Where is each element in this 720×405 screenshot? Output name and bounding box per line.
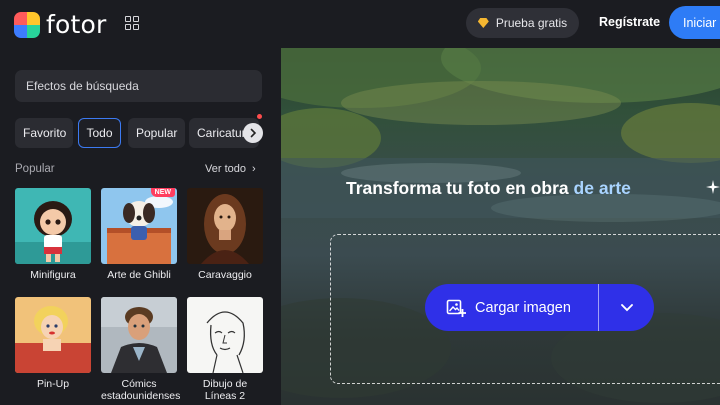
see-all-label: Ver todo: [205, 163, 246, 175]
effect-thumbnail: [187, 297, 263, 373]
effect-card-minifigura[interactable]: Minifigura: [15, 188, 91, 281]
register-link[interactable]: Regístrate: [599, 15, 660, 29]
effects-sidebar: Favorito Todo Popular Caricatura Popular…: [0, 48, 281, 405]
effect-label: Arte de Ghibli: [107, 269, 171, 281]
upload-options-button[interactable]: [599, 284, 654, 331]
effect-label: Cómics estadounidenses: [101, 378, 181, 402]
login-button[interactable]: Iniciar: [669, 6, 720, 39]
effect-label: Caravaggio: [198, 269, 252, 281]
free-trial-button[interactable]: Prueba gratis: [466, 8, 579, 38]
logo-text: fotor: [46, 10, 107, 39]
sparkle-icon: [706, 180, 720, 194]
effect-thumbnail: NEW: [101, 188, 177, 264]
chip-popular[interactable]: Popular: [128, 118, 185, 148]
upload-image-button-group: Cargar imagen: [425, 284, 654, 331]
hero-headline: Transforma tu foto en obra de arte: [346, 178, 631, 199]
top-bar: fotor Prueba gratis Regístrate Iniciar: [0, 0, 720, 48]
fotor-logo[interactable]: fotor: [14, 10, 106, 39]
effect-card-comics[interactable]: Cómics estadounidenses: [101, 297, 181, 402]
chevron-right-icon: ›: [251, 163, 256, 175]
headline-accent: de arte: [573, 178, 631, 198]
effect-thumbnail: [101, 297, 177, 373]
effect-thumbnail: [15, 188, 91, 264]
new-badge: NEW: [150, 188, 175, 197]
chips-next-button[interactable]: [243, 123, 263, 143]
chip-favorito[interactable]: Favorito: [15, 118, 73, 148]
chevron-down-icon: [620, 304, 633, 312]
notification-dot: [257, 114, 262, 119]
apps-grid-icon[interactable]: [125, 16, 139, 30]
chip-todo[interactable]: Todo: [78, 118, 121, 148]
effect-card-caravaggio[interactable]: Caravaggio: [187, 188, 263, 281]
effects-search-input[interactable]: [15, 70, 262, 102]
free-trial-label: Prueba gratis: [495, 16, 568, 30]
effect-card-line-drawing[interactable]: Dibujo de Líneas 2: [187, 297, 263, 402]
image-add-icon: [446, 299, 466, 317]
chevron-right-icon: [250, 128, 257, 138]
category-chips: Favorito Todo Popular Caricatura: [15, 118, 262, 148]
fotor-logo-icon: [14, 11, 40, 38]
effect-card-pinup[interactable]: Pin-Up: [15, 297, 91, 390]
headline-text: Transforma tu foto en obra: [346, 178, 574, 198]
effect-thumbnail: [15, 297, 91, 373]
main-canvas: Transforma tu foto en obra de arte Carga…: [281, 48, 720, 405]
see-all-link[interactable]: Ver todo ›: [205, 163, 256, 175]
login-label: Iniciar: [683, 15, 717, 30]
effect-thumbnail: [187, 188, 263, 264]
effect-label: Minifigura: [30, 269, 76, 281]
diamond-icon: [477, 18, 489, 28]
popular-section-title: Popular: [15, 163, 55, 175]
effect-label: Dibujo de Líneas 2: [202, 378, 248, 402]
upload-image-label: Cargar imagen: [475, 299, 571, 316]
effect-card-ghibli[interactable]: NEW Arte de Ghibli: [101, 188, 177, 281]
effect-label: Pin-Up: [36, 378, 70, 390]
upload-image-button[interactable]: Cargar imagen: [425, 284, 598, 331]
